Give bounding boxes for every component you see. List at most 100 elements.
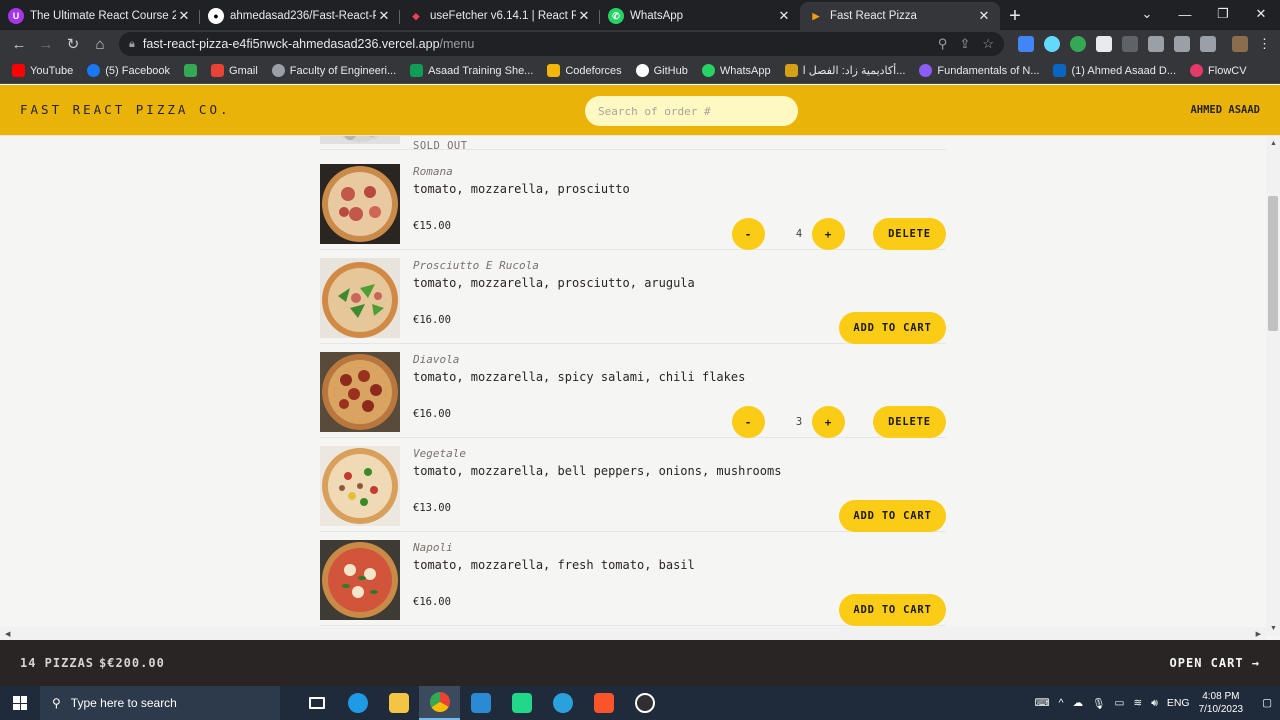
scroll-up-arrow-icon[interactable]: ▲ (1270, 140, 1277, 147)
browser-tab[interactable]: ● ahmedasad236/Fast-React-Pizza ✕ (200, 2, 400, 30)
share-icon[interactable]: ⇪ (959, 36, 970, 52)
pizza-image (320, 258, 400, 338)
side-panel-icon[interactable] (1200, 36, 1216, 52)
task-view-icon[interactable] (296, 686, 337, 720)
bookmark-drive[interactable] (184, 64, 198, 77)
translate-extension-icon[interactable] (1018, 36, 1034, 52)
tab-search-icon[interactable]: ⌄ (1128, 0, 1166, 28)
delete-item-button[interactable]: DELETE (873, 218, 946, 250)
close-tab-icon[interactable]: ✕ (176, 8, 192, 24)
show-hidden-icons-icon[interactable]: ^ (1059, 697, 1064, 709)
tab-title: WhatsApp (630, 10, 684, 22)
delete-item-button[interactable]: DELETE (873, 406, 946, 438)
browser-tab-active[interactable]: ▶ Fast React Pizza ✕ (800, 2, 1000, 30)
bookmark-gmail[interactable]: Gmail (211, 64, 258, 77)
add-to-cart-button[interactable]: ADD TO CART (839, 594, 946, 626)
pizza-image (320, 352, 400, 432)
bookmark-fundamentals[interactable]: Fundamentals of N... (919, 64, 1039, 77)
close-window-icon[interactable]: ✕ (1242, 0, 1280, 28)
add-to-cart-button[interactable]: ADD TO CART (839, 500, 946, 532)
extension-icon[interactable] (1122, 36, 1138, 52)
puzzle-extensions-icon[interactable] (1148, 36, 1164, 52)
vertical-scrollbar[interactable]: ▲ ▼ (1266, 136, 1280, 636)
increase-quantity-button[interactable]: + (812, 218, 845, 250)
app-logo-link[interactable]: FAST REACT PIZZA CO. (20, 102, 231, 117)
gmail-icon (211, 64, 225, 77)
bookmark-github[interactable]: GitHub (635, 64, 688, 77)
more-menu-icon[interactable]: ⋮ (1258, 36, 1274, 52)
url-path: /menu (439, 37, 475, 51)
back-icon[interactable]: ← (6, 31, 32, 57)
horizontal-scrollbar[interactable]: ◀ ▶ (0, 627, 1266, 641)
restore-icon[interactable]: ❐ (1204, 0, 1242, 28)
bookmark-facebook[interactable]: (5) Facebook (87, 64, 170, 77)
file-explorer-icon[interactable] (378, 686, 419, 720)
address-bar[interactable]: 🔒︎ fast-react-pizza-e4fi5nwck-ahmedasad2… (119, 32, 1004, 56)
close-tab-icon[interactable]: ✕ (576, 8, 592, 24)
sold-out-label: SOLD OUT (413, 140, 468, 152)
location-icon[interactable]: ⚲ (938, 36, 948, 52)
bookmark-whatsapp[interactable]: WhatsApp (701, 64, 771, 77)
minimize-icon[interactable]: — (1166, 0, 1204, 28)
brave-icon[interactable] (583, 686, 624, 720)
microphone-icon[interactable]: 🎙︎ (1092, 697, 1105, 710)
cloud-icon[interactable]: ☁ (1073, 697, 1084, 709)
extension-icon[interactable] (1096, 36, 1112, 52)
increase-quantity-button[interactable]: + (812, 406, 845, 438)
react-router-icon: ◆ (412, 10, 420, 21)
vscode-icon[interactable] (460, 686, 501, 720)
home-icon[interactable]: ⌂ (87, 31, 113, 57)
keyboard-icon[interactable]: ⌨ (1035, 697, 1050, 709)
close-tab-icon[interactable]: ✕ (776, 8, 792, 24)
close-tab-icon[interactable]: ✕ (376, 8, 392, 24)
volume-icon[interactable]: 🔊︎ (1151, 697, 1158, 710)
notifications-icon[interactable]: ▢ (1262, 697, 1272, 709)
decrease-quantity-button[interactable]: - (732, 406, 765, 438)
edge-icon[interactable] (337, 686, 378, 720)
order-search-input[interactable] (585, 96, 798, 126)
chrome-icon[interactable] (419, 686, 460, 720)
battery-icon[interactable]: ▭ (1114, 697, 1124, 709)
cart-overview-bar: 14 PIZZAS $€200.00 OPEN CART → (0, 640, 1280, 686)
scrollbar-thumb[interactable] (1268, 196, 1278, 331)
clock[interactable]: 4:08 PM 7/10/2023 (1199, 690, 1244, 716)
new-tab-button[interactable]: + (1000, 2, 1030, 30)
scroll-right-arrow-icon[interactable]: ▶ (1256, 630, 1261, 638)
open-cart-link[interactable]: OPEN CART → (1170, 656, 1260, 670)
reading-list-icon[interactable] (1174, 36, 1190, 52)
decrease-quantity-button[interactable]: - (732, 218, 765, 250)
scroll-left-arrow-icon[interactable]: ◀ (5, 630, 10, 638)
bookmark-faculty[interactable]: Faculty of Engineeri... (271, 64, 396, 77)
browser-tab[interactable]: ✆ WhatsApp ✕ (600, 2, 800, 30)
facebook-icon (87, 64, 101, 77)
react-devtools-icon[interactable] (1044, 36, 1060, 52)
wifi-icon[interactable]: ≋ (1133, 697, 1142, 709)
close-tab-icon[interactable]: ✕ (976, 8, 992, 24)
scroll-down-arrow-icon[interactable]: ▼ (1270, 625, 1277, 632)
taskbar-search-box[interactable]: ⚲ Type here to search (40, 686, 280, 720)
bookmark-youtube[interactable]: YouTube (12, 64, 73, 77)
obs-icon[interactable] (624, 686, 665, 720)
system-tray: ⌨ ^ ☁ 🎙︎ ▭ ≋ 🔊︎ ENG 4:08 PM 7/10/2023 ▢ (1035, 690, 1280, 716)
telegram-icon[interactable] (542, 686, 583, 720)
bookmark-flowcv[interactable]: FlowCV (1190, 64, 1247, 77)
forward-icon[interactable]: → (33, 31, 59, 57)
pizza-price: €16.00 (413, 596, 451, 608)
bookmark-codeforces[interactable]: Codeforces (547, 64, 622, 77)
extension-icon[interactable] (1070, 36, 1086, 52)
browser-tab[interactable]: ◆ useFetcher v6.14.1 | React Router ✕ (400, 2, 600, 30)
windows-start-button[interactable] (0, 686, 40, 720)
reload-icon[interactable]: ↻ (60, 31, 86, 57)
bookmark-training-sheet[interactable]: Asaad Training She... (410, 64, 533, 77)
youtube-icon (12, 64, 25, 77)
bookmark-linkedin[interactable]: (1) Ahmed Asaad D... (1053, 64, 1176, 77)
bookmark-star-icon[interactable]: ☆ (982, 36, 994, 52)
add-to-cart-button[interactable]: ADD TO CART (839, 312, 946, 344)
profile-avatar[interactable] (1232, 36, 1248, 52)
lock-icon: 🔒︎ (129, 37, 135, 50)
bookmark-zad-academy[interactable]: أكاديمية زاد: الفصل ا... (784, 64, 905, 77)
browser-tab[interactable]: U The Ultimate React Course 2023: ✕ (0, 2, 200, 30)
clion-icon[interactable] (501, 686, 542, 720)
udemy-icon: U (8, 8, 24, 24)
language-indicator[interactable]: ENG (1167, 697, 1190, 709)
